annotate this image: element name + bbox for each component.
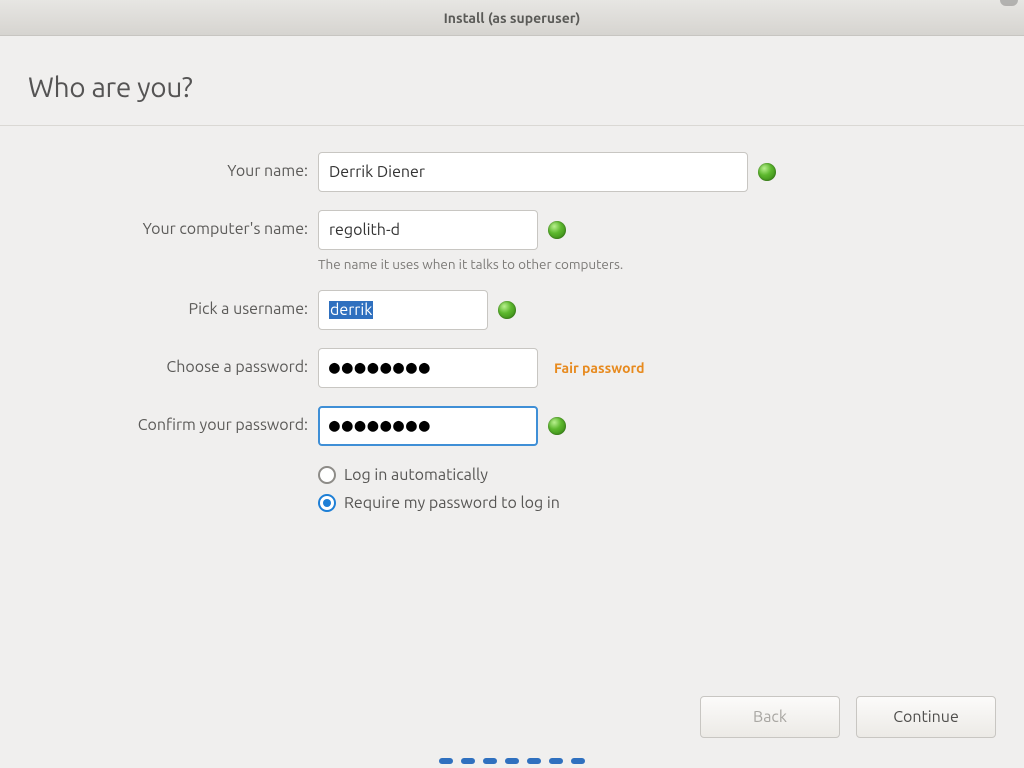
row-hostname: regolith-d The name it uses when it talk… — [318, 210, 996, 272]
hostname-input[interactable]: regolith-d — [318, 210, 538, 250]
progress-dot — [483, 758, 497, 764]
radio-icon — [318, 494, 336, 512]
password-input[interactable]: ●●●●●●●● — [318, 348, 538, 388]
check-icon — [548, 417, 566, 435]
user-form: Your name: Derrik Diener Your computer's… — [28, 152, 996, 512]
name-input[interactable]: Derrik Diener — [318, 152, 748, 192]
button-bar: Back Continue — [28, 696, 996, 758]
name-input-value: Derrik Diener — [329, 163, 425, 181]
window-title: Install (as superuser) — [444, 10, 581, 26]
radio-auto-login-label: Log in automatically — [344, 466, 488, 484]
label-name: Your name: — [28, 152, 308, 180]
page: Who are you? Your name: Derrik Diener Yo… — [0, 36, 1024, 768]
row-username: derrik — [318, 290, 996, 330]
page-title: Who are you? — [28, 72, 996, 103]
login-options: Log in automatically Require my password… — [318, 464, 996, 512]
window-corner-decor — [1000, 0, 1018, 6]
password-input-value: ●●●●●●●● — [329, 357, 432, 379]
label-password: Choose a password: — [28, 348, 308, 376]
radio-require-password[interactable]: Require my password to log in — [318, 494, 996, 512]
confirm-password-input-value: ●●●●●●●● — [329, 415, 432, 437]
password-strength: Fair password — [554, 360, 645, 376]
progress-dot — [439, 758, 453, 764]
confirm-password-input[interactable]: ●●●●●●●● — [318, 406, 538, 446]
continue-button[interactable]: Continue — [856, 696, 996, 738]
row-password: ●●●●●●●● Fair password — [318, 348, 996, 388]
progress-indicator — [28, 758, 996, 768]
progress-dot — [461, 758, 475, 764]
radio-auto-login[interactable]: Log in automatically — [318, 466, 996, 484]
divider — [0, 125, 1024, 126]
check-icon — [498, 301, 516, 319]
username-input-value: derrik — [329, 301, 373, 319]
back-button[interactable]: Back — [700, 696, 840, 738]
progress-dot — [571, 758, 585, 764]
back-button-label: Back — [753, 708, 787, 726]
hostname-input-value: regolith-d — [329, 221, 400, 239]
radio-require-password-label: Require my password to log in — [344, 494, 560, 512]
check-icon — [548, 221, 566, 239]
label-username: Pick a username: — [28, 290, 308, 318]
window-titlebar: Install (as superuser) — [0, 0, 1024, 36]
radio-icon — [318, 466, 336, 484]
row-confirm: ●●●●●●●● — [318, 406, 996, 446]
check-icon — [758, 163, 776, 181]
row-name: Derrik Diener — [318, 152, 996, 192]
continue-button-label: Continue — [893, 708, 959, 726]
hostname-hint: The name it uses when it talks to other … — [318, 256, 996, 272]
username-input[interactable]: derrik — [318, 290, 488, 330]
progress-dot — [549, 758, 563, 764]
label-confirm: Confirm your password: — [28, 406, 308, 434]
progress-dot — [527, 758, 541, 764]
progress-dot — [505, 758, 519, 764]
label-hostname: Your computer's name: — [28, 210, 308, 238]
